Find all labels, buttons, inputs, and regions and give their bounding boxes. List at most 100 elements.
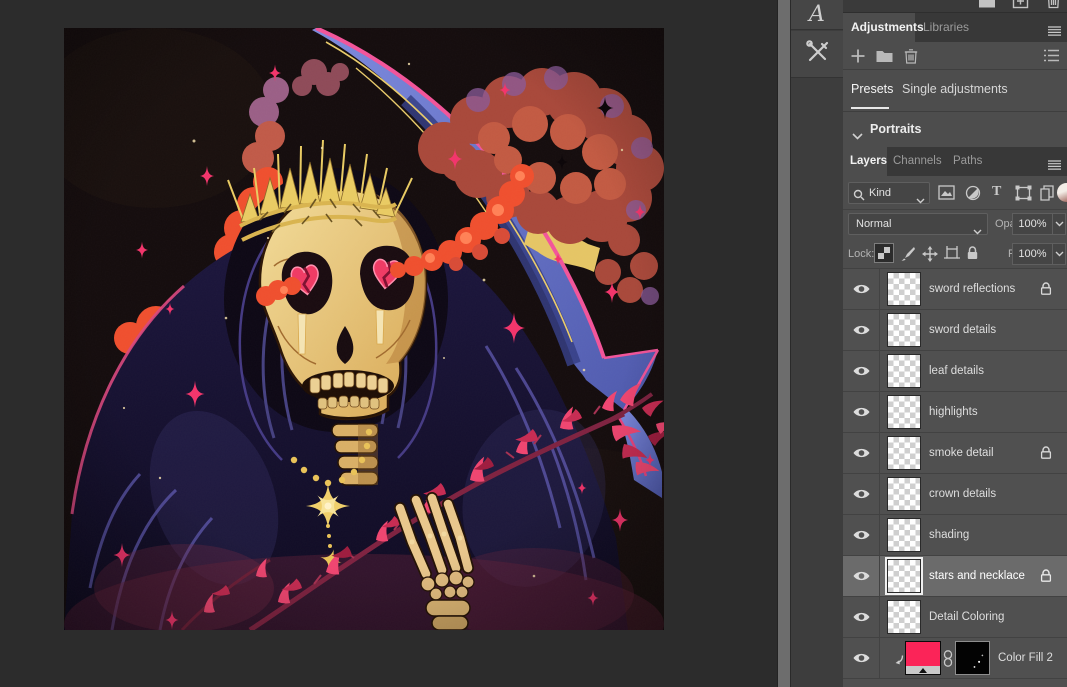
adjustments-toolbar: [843, 42, 1067, 70]
layer-row-crown-details[interactable]: crown details: [843, 474, 1067, 515]
visibility-eye-icon[interactable]: [843, 310, 880, 350]
layer-row-highlights[interactable]: highlights: [843, 392, 1067, 433]
layer-name[interactable]: highlights: [929, 392, 978, 432]
tab-channels[interactable]: Channels: [893, 147, 942, 176]
opacity-dropdown-chevron[interactable]: [1053, 213, 1066, 235]
layer-thumbnail[interactable]: [887, 354, 921, 388]
lock-image-pixels-brush-icon[interactable]: [901, 246, 916, 266]
active-tab-underline: [851, 107, 889, 109]
layer-row-color-fill-2[interactable]: Color Fill 2: [843, 638, 1067, 679]
document-workspace: [0, 0, 777, 687]
layer-name[interactable]: shading: [929, 515, 969, 555]
layer-thumbnail[interactable]: [887, 395, 921, 429]
layer-name[interactable]: smoke detail: [929, 433, 994, 473]
clipping-mask-arrow-icon: [893, 653, 904, 671]
vertical-scrollbar[interactable]: [777, 0, 791, 687]
layer-name[interactable]: sword details: [929, 310, 996, 350]
layer-thumbnail[interactable]: [887, 518, 921, 552]
layer-name[interactable]: stars and necklace: [929, 556, 1025, 596]
adjustments-tabbar: Adjustments Libraries: [843, 13, 1067, 42]
layer-thumbnail[interactable]: [887, 272, 921, 306]
filter-type-layers-icon[interactable]: T: [992, 184, 1001, 200]
panel-menu-icon[interactable]: [1048, 23, 1061, 41]
layer-thumbnail[interactable]: [887, 436, 921, 470]
layer-row-leaf-details[interactable]: leaf details: [843, 351, 1067, 392]
layer-thumbnail[interactable]: [887, 477, 921, 511]
delete-trash-icon[interactable]: [904, 49, 918, 69]
tab-presets[interactable]: Presets: [851, 82, 893, 96]
fill-dropdown-chevron[interactable]: [1053, 243, 1066, 265]
tab-single-adjustments[interactable]: Single adjustments: [902, 82, 1008, 96]
visibility-eye-icon[interactable]: [843, 392, 880, 432]
fill-swatch-slider: [906, 666, 940, 674]
artwork-canvas[interactable]: [64, 28, 664, 630]
search-icon: [853, 188, 865, 206]
layer-name[interactable]: crown details: [929, 474, 996, 514]
tool-presets-button[interactable]: [791, 31, 843, 78]
slider-triangle-icon: [919, 668, 927, 673]
presets-section-portraits[interactable]: Portraits: [843, 113, 1067, 147]
layer-row-smoke-detail[interactable]: smoke detail: [843, 433, 1067, 474]
artwork-illustration: [64, 28, 664, 630]
panel-top-strip: [843, 0, 1067, 13]
layer-name[interactable]: sword reflections: [929, 269, 1015, 309]
fill-color-thumbnail[interactable]: [905, 641, 941, 675]
panel-dock: A: [791, 0, 843, 687]
adjustments-view-tabs: Presets Single adjustments: [843, 71, 1067, 112]
list-view-icon[interactable]: [1044, 49, 1059, 67]
visibility-eye-icon[interactable]: [843, 515, 880, 555]
new-group-folder-icon[interactable]: [876, 49, 893, 68]
layers-tabbar: Layers Channels Paths: [843, 147, 1067, 176]
blend-mode-dropdown[interactable]: Normal: [848, 213, 988, 235]
panel-menu-icon[interactable]: [1048, 157, 1061, 175]
layer-name[interactable]: Color Fill 2: [998, 638, 1053, 678]
visibility-eye-icon[interactable]: [843, 474, 880, 514]
layer-row-detail-coloring[interactable]: Detail Coloring: [843, 597, 1067, 638]
layer-thumbnail[interactable]: [887, 559, 921, 593]
blend-opacity-row: Normal Opacity: 100%: [843, 210, 1067, 238]
lock-all-padlock-icon[interactable]: [966, 246, 979, 265]
layer-mask-thumbnail[interactable]: [955, 641, 990, 675]
visibility-eye-icon[interactable]: [843, 638, 880, 678]
filter-pixel-layers-icon[interactable]: [938, 185, 955, 205]
layer-name[interactable]: Detail Coloring: [929, 597, 1004, 637]
layer-thumbnail[interactable]: [887, 313, 921, 347]
mask-link-icon[interactable]: [943, 650, 953, 672]
tab-adjustments[interactable]: Adjustments: [843, 13, 915, 42]
layer-row-shading[interactable]: shading: [843, 515, 1067, 556]
layers-filter-row: Kind T: [843, 176, 1067, 210]
add-adjustment-icon[interactable]: [851, 49, 865, 68]
layer-thumbnail[interactable]: [887, 600, 921, 634]
visibility-eye-icon[interactable]: [843, 597, 880, 637]
visibility-eye-icon[interactable]: [843, 269, 880, 309]
folder-icon[interactable]: [978, 0, 996, 13]
visibility-eye-icon[interactable]: [843, 556, 880, 596]
filter-shape-layers-icon[interactable]: [1015, 185, 1032, 206]
trash-icon[interactable]: [1046, 0, 1061, 13]
layer-row-sword-details[interactable]: sword details: [843, 310, 1067, 351]
visibility-eye-icon[interactable]: [843, 433, 880, 473]
layer-row-stars-and-necklace[interactable]: stars and necklace: [843, 556, 1067, 597]
filter-smart-objects-icon[interactable]: [1040, 185, 1054, 206]
checkerboard-icon: [878, 247, 890, 259]
lock-artboard-icon[interactable]: [944, 246, 960, 266]
lock-icon: [1040, 282, 1052, 300]
lock-label: Lock:: [848, 248, 874, 260]
layer-name[interactable]: leaf details: [929, 351, 984, 391]
character-panel-button[interactable]: A: [791, 0, 843, 30]
lock-transparent-pixels-button[interactable]: [874, 243, 894, 263]
new-item-icon[interactable]: [1012, 0, 1029, 13]
tab-layers[interactable]: Layers: [843, 147, 887, 176]
opacity-value[interactable]: 100%: [1012, 213, 1053, 235]
visibility-eye-icon[interactable]: [843, 351, 880, 391]
lock-position-move-icon[interactable]: [922, 246, 938, 267]
tab-libraries[interactable]: Libraries: [923, 13, 969, 42]
filter-toggle-icon[interactable]: [1057, 183, 1067, 202]
lock-icon: [1040, 446, 1052, 464]
tab-paths[interactable]: Paths: [953, 147, 982, 176]
filter-adjustment-layers-icon[interactable]: [965, 185, 981, 206]
fill-value[interactable]: 100%: [1012, 243, 1053, 265]
filter-kind-dropdown[interactable]: Kind: [848, 182, 930, 204]
chevron-down-icon: [916, 191, 925, 209]
layer-row-sword-reflections[interactable]: sword reflections: [843, 269, 1067, 310]
